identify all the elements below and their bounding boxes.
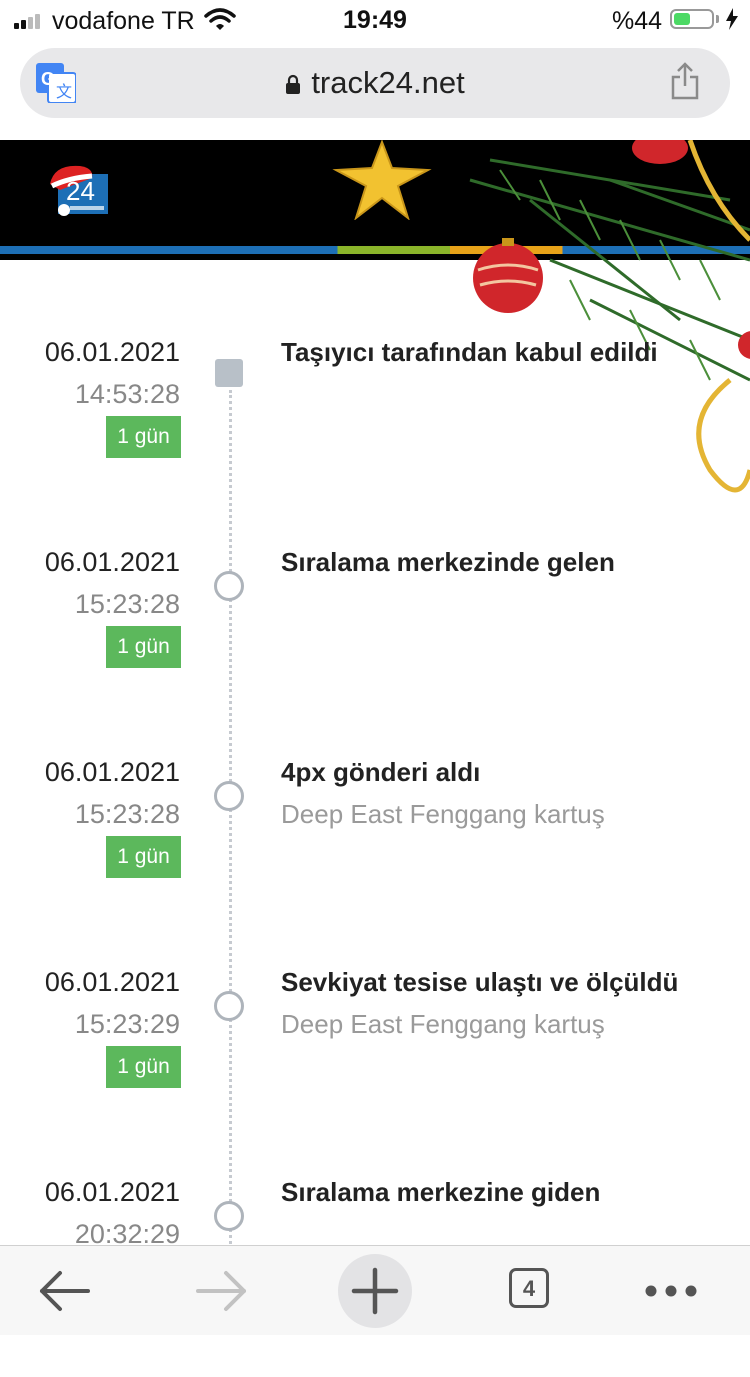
more-options-icon[interactable]	[636, 1254, 710, 1328]
event-location: Deep East Fenggang kartuş	[281, 799, 605, 829]
event-title: Sıralama merkezine giden	[281, 1177, 601, 1207]
browser-toolbar: 4	[0, 1245, 750, 1335]
tracking-event: 06.01.2021 14:53:28 1 gün Taşıyıcı taraf…	[0, 337, 750, 537]
timeline-marker	[214, 991, 244, 1021]
timeline-marker	[214, 1201, 244, 1231]
battery-icon	[670, 9, 714, 29]
url-display[interactable]: track24.net	[20, 65, 730, 101]
tab-switcher-button[interactable]: 4	[509, 1268, 549, 1308]
battery-tip	[716, 15, 719, 23]
svg-text:24: 24	[66, 176, 95, 206]
timeline-marker	[214, 781, 244, 811]
charging-bolt-icon	[726, 8, 738, 30]
address-bar[interactable]: G 文 track24.net	[20, 48, 730, 118]
battery-percent: %44	[612, 7, 663, 35]
lock-icon	[285, 66, 301, 94]
tracking-event: 06.01.2021 15:23:28 1 gün Sıralama merke…	[0, 547, 750, 747]
status-bar: vodafone TR 19:49 %44	[0, 0, 750, 40]
timeline-start-marker	[215, 359, 243, 387]
url-text: track24.net	[311, 65, 465, 100]
timeline-marker	[214, 571, 244, 601]
event-time: 15:23:28	[74, 799, 180, 829]
event-time: 15:23:29	[74, 1009, 180, 1039]
event-date: 06.01.2021	[44, 967, 180, 997]
back-arrow-icon[interactable]	[28, 1254, 102, 1328]
forward-arrow-icon[interactable]	[184, 1254, 258, 1328]
tracking-event: 06.01.2021 15:23:29 1 gün Sevkiyat tesis…	[0, 967, 750, 1167]
event-title: Sevkiyat tesise ulaştı ve ölçüldü	[281, 967, 679, 997]
new-tab-button[interactable]	[338, 1254, 412, 1328]
event-title: Taşıyıcı tarafından kabul edildi	[281, 337, 658, 367]
event-title: Sıralama merkezinde gelen	[281, 547, 615, 577]
track24-logo[interactable]: 24	[48, 160, 110, 216]
elapsed-badge: 1 gün	[106, 836, 181, 878]
event-date: 06.01.2021	[44, 337, 180, 367]
event-location: Deep East Fenggang kartuş	[281, 1009, 605, 1039]
event-title: 4px gönderi aldı	[281, 757, 481, 787]
elapsed-badge: 1 gün	[106, 416, 181, 458]
event-time: 14:53:28	[74, 379, 180, 409]
event-date: 06.01.2021	[44, 547, 180, 577]
event-date: 06.01.2021	[44, 1177, 180, 1207]
elapsed-badge: 1 gün	[106, 1046, 181, 1088]
star-decoration-icon	[332, 140, 432, 220]
event-date: 06.01.2021	[44, 757, 180, 787]
plus-icon	[351, 1267, 399, 1315]
event-time: 15:23:28	[74, 589, 180, 619]
tracking-event: 06.01.2021 15:23:28 1 gün 4px gönderi al…	[0, 757, 750, 957]
elapsed-badge: 1 gün	[106, 626, 181, 668]
share-icon[interactable]	[670, 62, 700, 102]
